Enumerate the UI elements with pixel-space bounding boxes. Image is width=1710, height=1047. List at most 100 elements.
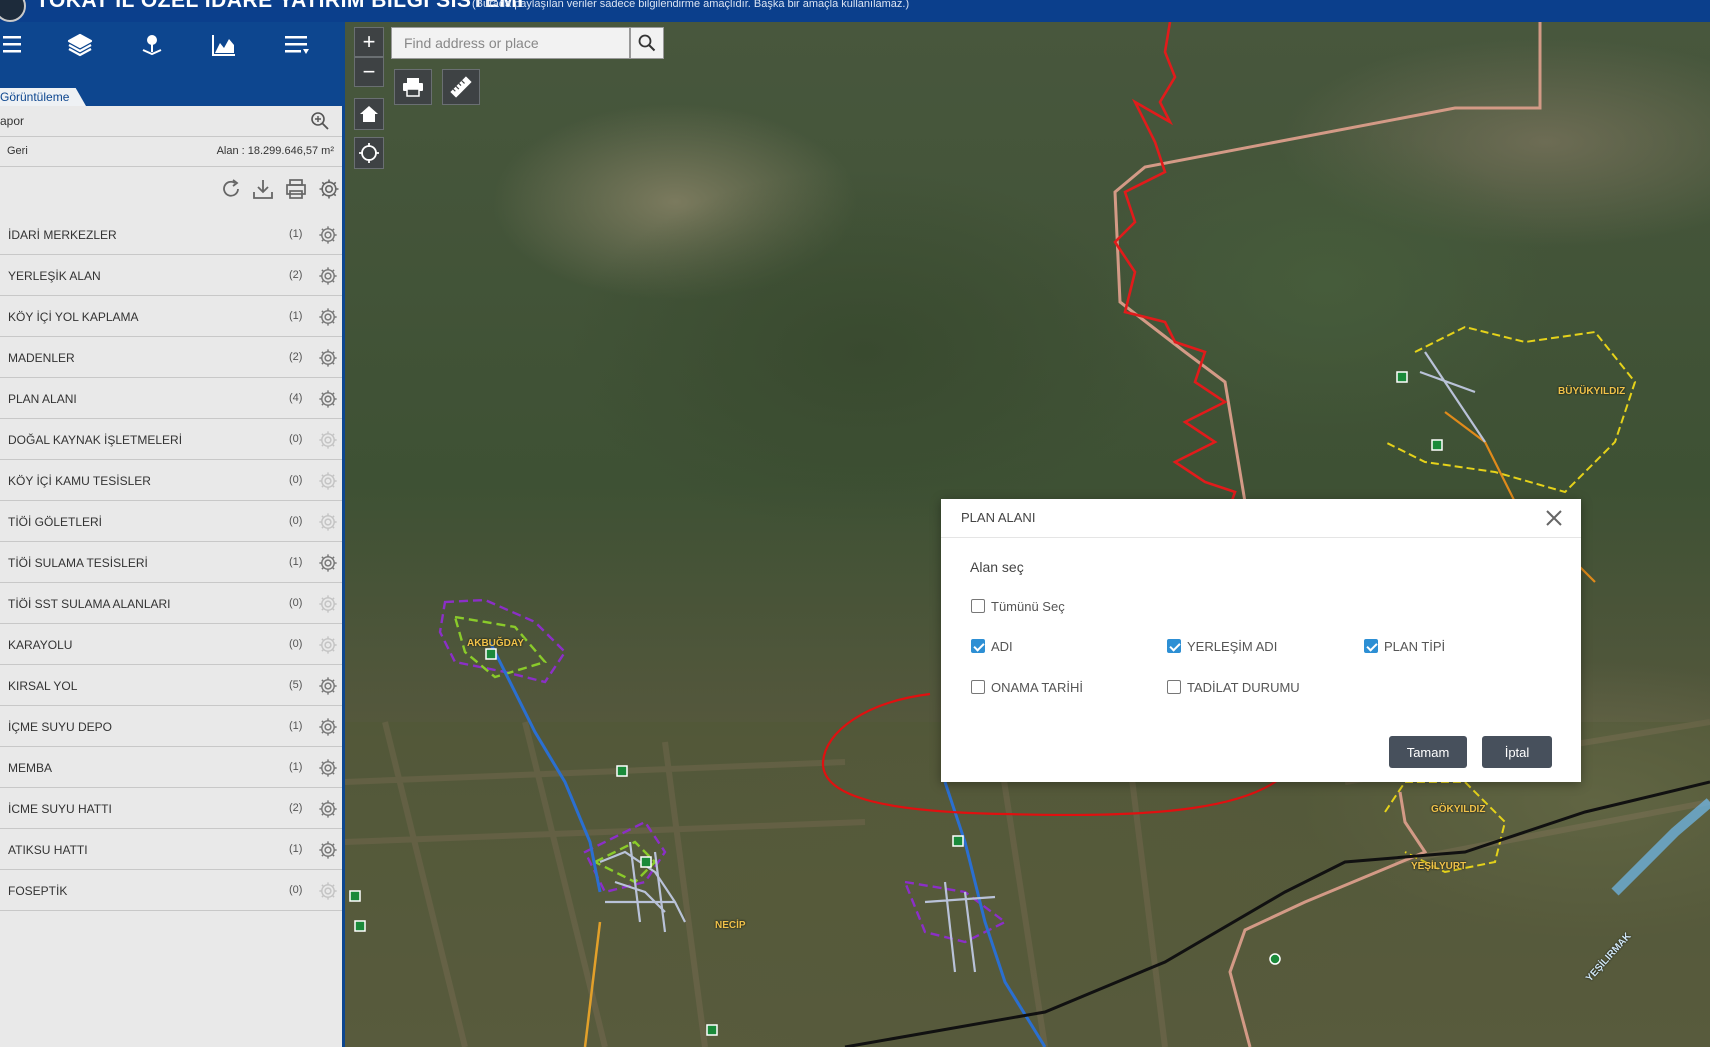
layer-settings-gear-icon[interactable] xyxy=(318,389,338,409)
select-all-box[interactable] xyxy=(971,599,985,613)
back-link[interactable]: Geri xyxy=(7,145,28,157)
cancel-button[interactable]: İptal xyxy=(1482,736,1552,768)
layer-count: (2) xyxy=(289,351,303,363)
dialog-subtitle: Alan seç xyxy=(970,559,1024,575)
list-icon[interactable] xyxy=(0,28,26,62)
adi-box[interactable] xyxy=(971,639,985,653)
download-icon[interactable] xyxy=(252,178,274,200)
layer-settings-gear-icon[interactable] xyxy=(318,430,338,450)
zoom-out-button[interactable]: − xyxy=(354,57,384,87)
layer-name: KIRSAL YOL xyxy=(8,679,78,693)
yerlesim-adi-box[interactable] xyxy=(1167,639,1181,653)
layer-name: DOĞAL KAYNAK İŞLETMELERİ xyxy=(8,433,183,447)
search-icon xyxy=(638,34,656,52)
layer-row[interactable]: TİÖİ SST SULAMA ALANLARI (0) xyxy=(0,584,342,624)
layer-settings-gear-icon[interactable] xyxy=(318,799,338,819)
layer-count: (2) xyxy=(289,802,303,814)
select-all-label: Tümünü Seç xyxy=(991,599,1065,614)
layer-settings-gear-icon[interactable] xyxy=(318,225,338,245)
app-title: TOKAT İL ÖZEL İDARE YATIRIM BİLGİ SİSTEM… xyxy=(36,0,524,12)
back-row: Geri Alan : 18.299.646,57 m² xyxy=(0,136,342,167)
home-icon xyxy=(360,106,378,122)
layer-settings-gear-icon[interactable] xyxy=(318,553,338,573)
plan-alani-dialog: PLAN ALANI Alan seç Tümünü Seç ADI YERLE… xyxy=(941,499,1581,782)
layer-settings-gear-icon[interactable] xyxy=(318,758,338,778)
layer-row[interactable]: İDARİ MERKEZLER (1) xyxy=(0,215,342,255)
layer-count: (0) xyxy=(289,515,303,527)
print-map-button[interactable] xyxy=(394,69,432,105)
layer-settings-gear-icon[interactable] xyxy=(318,471,338,491)
layer-name: TİÖİ SULAMA TESİSLERİ xyxy=(8,556,148,570)
layer-name: PLAN ALANI xyxy=(8,392,77,406)
tab-goruntuleme[interactable]: Görüntüleme xyxy=(0,88,86,106)
rapor-row: apor xyxy=(0,106,342,137)
layer-settings-gear-icon[interactable] xyxy=(318,676,338,696)
layer-count: (1) xyxy=(289,310,303,322)
layer-name: KARAYOLU xyxy=(8,638,73,652)
layer-count: (1) xyxy=(289,843,303,855)
plan-tipi-box[interactable] xyxy=(1364,639,1378,653)
dialog-divider xyxy=(941,537,1581,538)
layer-row[interactable]: PLAN ALANI (4) xyxy=(0,379,342,419)
layer-row[interactable]: TİÖİ GÖLETLERİ (0) xyxy=(0,502,342,542)
layer-row[interactable]: KÖY İÇİ KAMU TESİSLER (0) xyxy=(0,461,342,501)
province-boundary xyxy=(1113,22,1237,522)
search-input[interactable] xyxy=(392,28,630,58)
layer-row[interactable]: İCME SUYU HATTI (2) xyxy=(0,789,342,829)
layer-row[interactable]: KARAYOLU (0) xyxy=(0,625,342,665)
tadilat-durumu-box[interactable] xyxy=(1167,680,1181,694)
printer-icon xyxy=(403,78,423,97)
layer-row[interactable]: KÖY İÇİ YOL KAPLAMA (1) xyxy=(0,297,342,337)
layer-count: (2) xyxy=(289,269,303,281)
layer-name: ATIKSU HATTI xyxy=(8,843,88,857)
layer-settings-gear-icon[interactable] xyxy=(318,266,338,286)
dialog-title: PLAN ALANI xyxy=(961,510,1036,525)
label-necip: NECİP xyxy=(715,920,746,931)
search-box xyxy=(391,27,630,59)
search-button[interactable] xyxy=(630,27,664,59)
layer-row[interactable]: TİÖİ SULAMA TESİSLERİ (1) xyxy=(0,543,342,583)
layer-name: MEMBA xyxy=(8,761,53,775)
settings-gear-icon[interactable] xyxy=(318,178,340,200)
close-button[interactable] xyxy=(1541,505,1567,531)
layer-row[interactable]: DOĞAL KAYNAK İŞLETMELERİ (0) xyxy=(0,420,342,460)
layer-count: (0) xyxy=(289,433,303,445)
rapor-label: apor xyxy=(0,114,25,128)
tadilat-durumu-label: TADİLAT DURUMU xyxy=(1187,680,1300,695)
zoom-in-button[interactable]: + xyxy=(354,27,384,57)
layer-settings-gear-icon[interactable] xyxy=(318,348,338,368)
home-button[interactable] xyxy=(354,98,384,130)
panel-tabstrip: Görüntüleme xyxy=(0,68,345,106)
layer-settings-gear-icon[interactable] xyxy=(318,717,338,737)
layer-name: MADENLER xyxy=(8,351,75,365)
layer-settings-gear-icon[interactable] xyxy=(318,881,338,901)
menu-icon[interactable] xyxy=(279,28,313,62)
onama-tarihi-label: ONAMA TARİHİ xyxy=(991,680,1083,695)
refresh-icon[interactable] xyxy=(220,178,242,200)
layer-row[interactable]: MADENLER (2) xyxy=(0,338,342,378)
layer-row[interactable]: MEMBA (1) xyxy=(0,748,342,788)
layer-settings-gear-icon[interactable] xyxy=(318,512,338,532)
layer-row[interactable]: İÇME SUYU DEPO (1) xyxy=(0,707,342,747)
chart-icon[interactable] xyxy=(207,28,241,62)
locate-button[interactable] xyxy=(354,137,384,169)
print-icon[interactable] xyxy=(285,178,307,200)
layer-row[interactable]: ATIKSU HATTI (1) xyxy=(0,830,342,870)
layer-settings-gear-icon[interactable] xyxy=(318,635,338,655)
layer-row[interactable]: KIRSAL YOL (5) xyxy=(0,666,342,706)
ok-button[interactable]: Tamam xyxy=(1389,736,1467,768)
layer-settings-gear-icon[interactable] xyxy=(318,594,338,614)
layer-row[interactable]: YERLEŞİK ALAN (2) xyxy=(0,256,342,296)
layer-settings-gear-icon[interactable] xyxy=(318,840,338,860)
layer-row[interactable]: FOSEPTİK (0) xyxy=(0,871,342,911)
layer-settings-gear-icon[interactable] xyxy=(318,307,338,327)
layer-panel: apor Geri Alan : 18.299.646,57 m² İDARİ … xyxy=(0,106,345,1047)
layers-icon[interactable] xyxy=(63,28,97,62)
location-pin-icon[interactable] xyxy=(135,28,169,62)
zoom-search-icon[interactable] xyxy=(310,111,330,131)
layer-count: (0) xyxy=(289,474,303,486)
crosshair-icon xyxy=(359,143,379,163)
onama-tarihi-box[interactable] xyxy=(971,680,985,694)
main-toolbar xyxy=(0,22,345,68)
measure-button[interactable] xyxy=(442,69,480,105)
